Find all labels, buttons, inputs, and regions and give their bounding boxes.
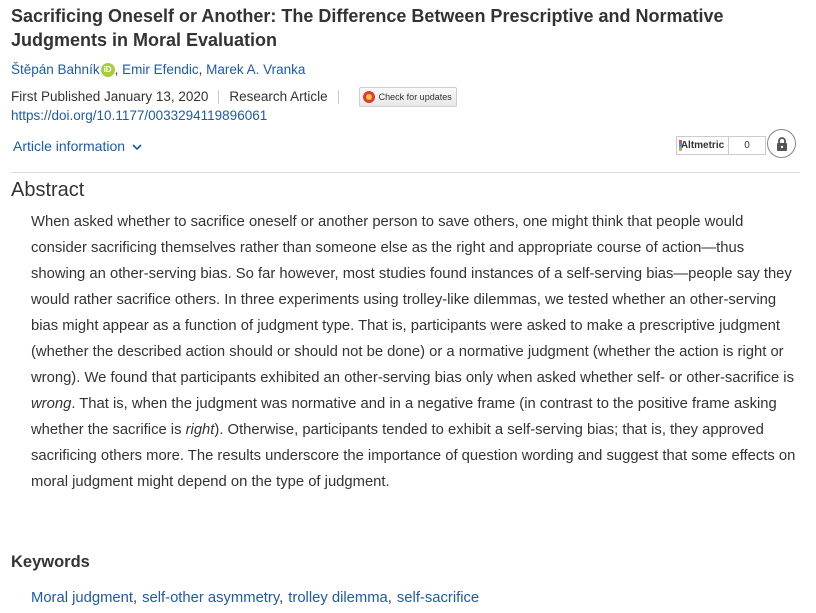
author-separator: , [114,62,123,77]
crossmark-icon [362,91,375,103]
check-for-updates-button[interactable]: Check for updates [358,87,457,107]
orcid-icon[interactable]: iD [100,63,115,77]
meta-divider [218,90,220,104]
chevron-down-icon [132,144,142,151]
abstract-heading: Abstract [11,179,85,201]
lock-icon [776,136,787,151]
keyword-link[interactable]: Moral judgment [31,590,133,606]
keywords-heading: Keywords [11,553,90,571]
publication-meta: First Published January 13, 2020 Researc… [11,87,457,107]
abstract-emphasis: right [185,422,215,438]
abstract-emphasis: wrong [31,396,72,412]
author-link[interactable]: Marek A. Vranka [206,62,305,77]
article-information-toggle[interactable]: Article information [13,137,142,155]
doi-link[interactable]: https://doi.org/10.1177/0033294119896061 [11,107,267,125]
abstract-text: When asked whether to sacrifice oneself … [31,209,801,495]
first-published-date: First Published January 13, 2020 [11,89,209,104]
abstract-text-part: When asked whether to sacrifice oneself … [31,214,794,386]
keyword-separator: , [279,590,284,606]
keyword-list: Moral judgment, self-other asymmetry, trol… [31,588,479,608]
article-type: Research Article [229,89,328,104]
meta-divider [337,90,339,104]
altmetric-badge[interactable]: Altmetric 0 [676,136,766,155]
keyword-separator: , [387,590,392,606]
keyword-link[interactable]: trolley dilemma [288,590,388,606]
article-title: Sacrificing Oneself or Another: The Diff… [11,6,724,50]
keyword-link[interactable]: self-sacrifice [397,590,479,606]
check-for-updates-label: Check for updates [378,92,452,102]
altmetric-label: Altmetric [677,137,729,154]
author-link[interactable]: Emir Efendic [122,62,199,77]
author-separator: , [198,62,207,77]
article-information-label: Article information [13,138,126,154]
access-lock-button[interactable] [767,129,796,158]
altmetric-score: 0 [744,140,750,151]
author-link[interactable]: Štěpán Bahník [11,62,100,77]
keyword-separator: , [132,590,138,606]
keyword-link[interactable]: self-other asymmetry [142,590,279,606]
section-divider [11,172,800,173]
author-list: Štěpán Bahník iD, Emir Efendic, Marek A. … [11,61,305,79]
